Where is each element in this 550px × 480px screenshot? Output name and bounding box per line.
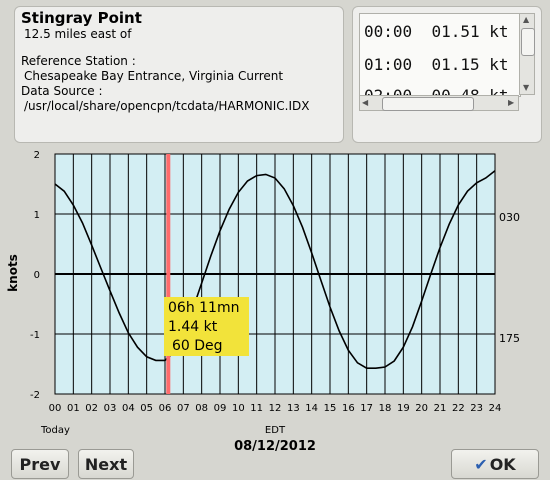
y-tick-label: -2 (30, 390, 40, 401)
x-tick-label: 20 (415, 403, 428, 414)
x-tick-label: 21 (434, 403, 447, 414)
scroll-down-icon[interactable]: ▼ (523, 84, 529, 92)
horizontal-scroll-thumb[interactable] (382, 97, 474, 111)
ok-label: OK (489, 454, 516, 474)
x-tick-label: 16 (342, 403, 355, 414)
x-tick-label: 23 (470, 403, 483, 414)
scroll-up-icon[interactable]: ▲ (523, 16, 529, 24)
reference-station-label: Reference Station : (21, 54, 136, 68)
x-tick-label: 12 (269, 403, 282, 414)
right-label-bottom: 175 (499, 332, 520, 345)
day-label: Today (40, 425, 70, 436)
tide-list-panel: 00:00 01.51 kt 2 01:00 01.15 kt 2 02:00 … (352, 6, 542, 143)
x-tick-label: 17 (360, 403, 373, 414)
x-axis-label: EDT (265, 425, 286, 436)
x-tick-label: 18 (379, 403, 392, 414)
horizontal-scrollbar[interactable]: ◀ ▶ (359, 95, 519, 111)
x-tick-label: 03 (104, 403, 117, 414)
data-source-label: Data Source : (21, 84, 103, 98)
x-tick-label: 06 (159, 403, 172, 414)
x-tick-label: 09 (214, 403, 227, 414)
y-tick-label: 1 (34, 210, 40, 221)
x-tick-label: 19 (397, 403, 410, 414)
x-tick-label: 00 (49, 403, 62, 414)
data-source-path: /usr/local/share/opencpn/tcdata/HARMONIC… (24, 99, 310, 113)
vertical-scrollbar[interactable]: ▲ ▼ (519, 13, 535, 95)
checkmark-icon: ✔ (474, 454, 488, 474)
list-item-speed: 01.51 kt (431, 22, 509, 41)
tooltip-direction: 60 Deg (172, 338, 223, 354)
y-axis-label: knots (6, 254, 20, 292)
reference-station-name: Chesapeake Bay Entrance, Virginia Curren… (24, 69, 284, 83)
tide-list[interactable]: 00:00 01.51 kt 2 01:00 01.15 kt 2 02:00 … (359, 13, 521, 97)
station-info-panel: Stingray Point 12.5 miles east of Refere… (14, 6, 344, 143)
x-tick-label: 02 (85, 403, 98, 414)
station-offset: 12.5 miles east of (24, 27, 132, 41)
next-button[interactable]: Next (78, 449, 134, 479)
vertical-scroll-thumb[interactable] (521, 28, 535, 56)
scroll-left-icon[interactable]: ◀ (362, 99, 368, 107)
scroll-right-icon[interactable]: ▶ (508, 99, 514, 107)
x-tick-label: 05 (140, 403, 153, 414)
list-item-time: 00:00 (364, 22, 413, 41)
list-item[interactable]: 01:00 01.15 kt 2 (364, 55, 520, 74)
x-tick-label: 24 (489, 403, 502, 414)
x-tick-label: 01 (67, 403, 80, 414)
x-tick-label: 07 (177, 403, 190, 414)
prev-button[interactable]: Prev (11, 449, 69, 479)
right-label-top: 030 (499, 211, 520, 224)
station-name: Stingray Point (21, 9, 142, 27)
ok-button[interactable]: ✔ OK (451, 449, 539, 479)
tide-chart: 210-1-2 00 01 02 03 04 05 06 07 08 09 10 11 12 13 14 15… (6, 150, 520, 436)
x-tick-labels: 00 01 02 03 04 05 06 07 08 09 10 11 12 13 14 15 16 17 18 19… (49, 403, 502, 414)
list-item[interactable]: 00:00 01.51 kt 2 (364, 22, 520, 41)
x-tick-label: 22 (452, 403, 465, 414)
x-tick-label: 15 (324, 403, 337, 414)
tooltip-speed: 1.44 kt (168, 319, 218, 335)
x-tick-label: 13 (287, 403, 300, 414)
x-tick-label: 14 (305, 403, 318, 414)
x-tick-label: 04 (122, 403, 135, 414)
list-item-time: 01:00 (364, 55, 413, 74)
y-tick-label: 2 (34, 150, 40, 161)
y-tick-labels: 2 1 0 -1 -2 (30, 150, 40, 401)
y-tick-label: 0 (34, 270, 40, 281)
list-item-speed: 01.15 kt (431, 55, 509, 74)
tooltip-time: 06h 11mn (168, 300, 239, 316)
x-tick-label: 08 (195, 403, 208, 414)
x-tick-label: 11 (250, 403, 263, 414)
cursor-tooltip: 06h 11mn 1.44 kt 60 Deg (164, 297, 249, 356)
y-tick-label: -1 (30, 330, 40, 341)
x-tick-label: 10 (232, 403, 245, 414)
